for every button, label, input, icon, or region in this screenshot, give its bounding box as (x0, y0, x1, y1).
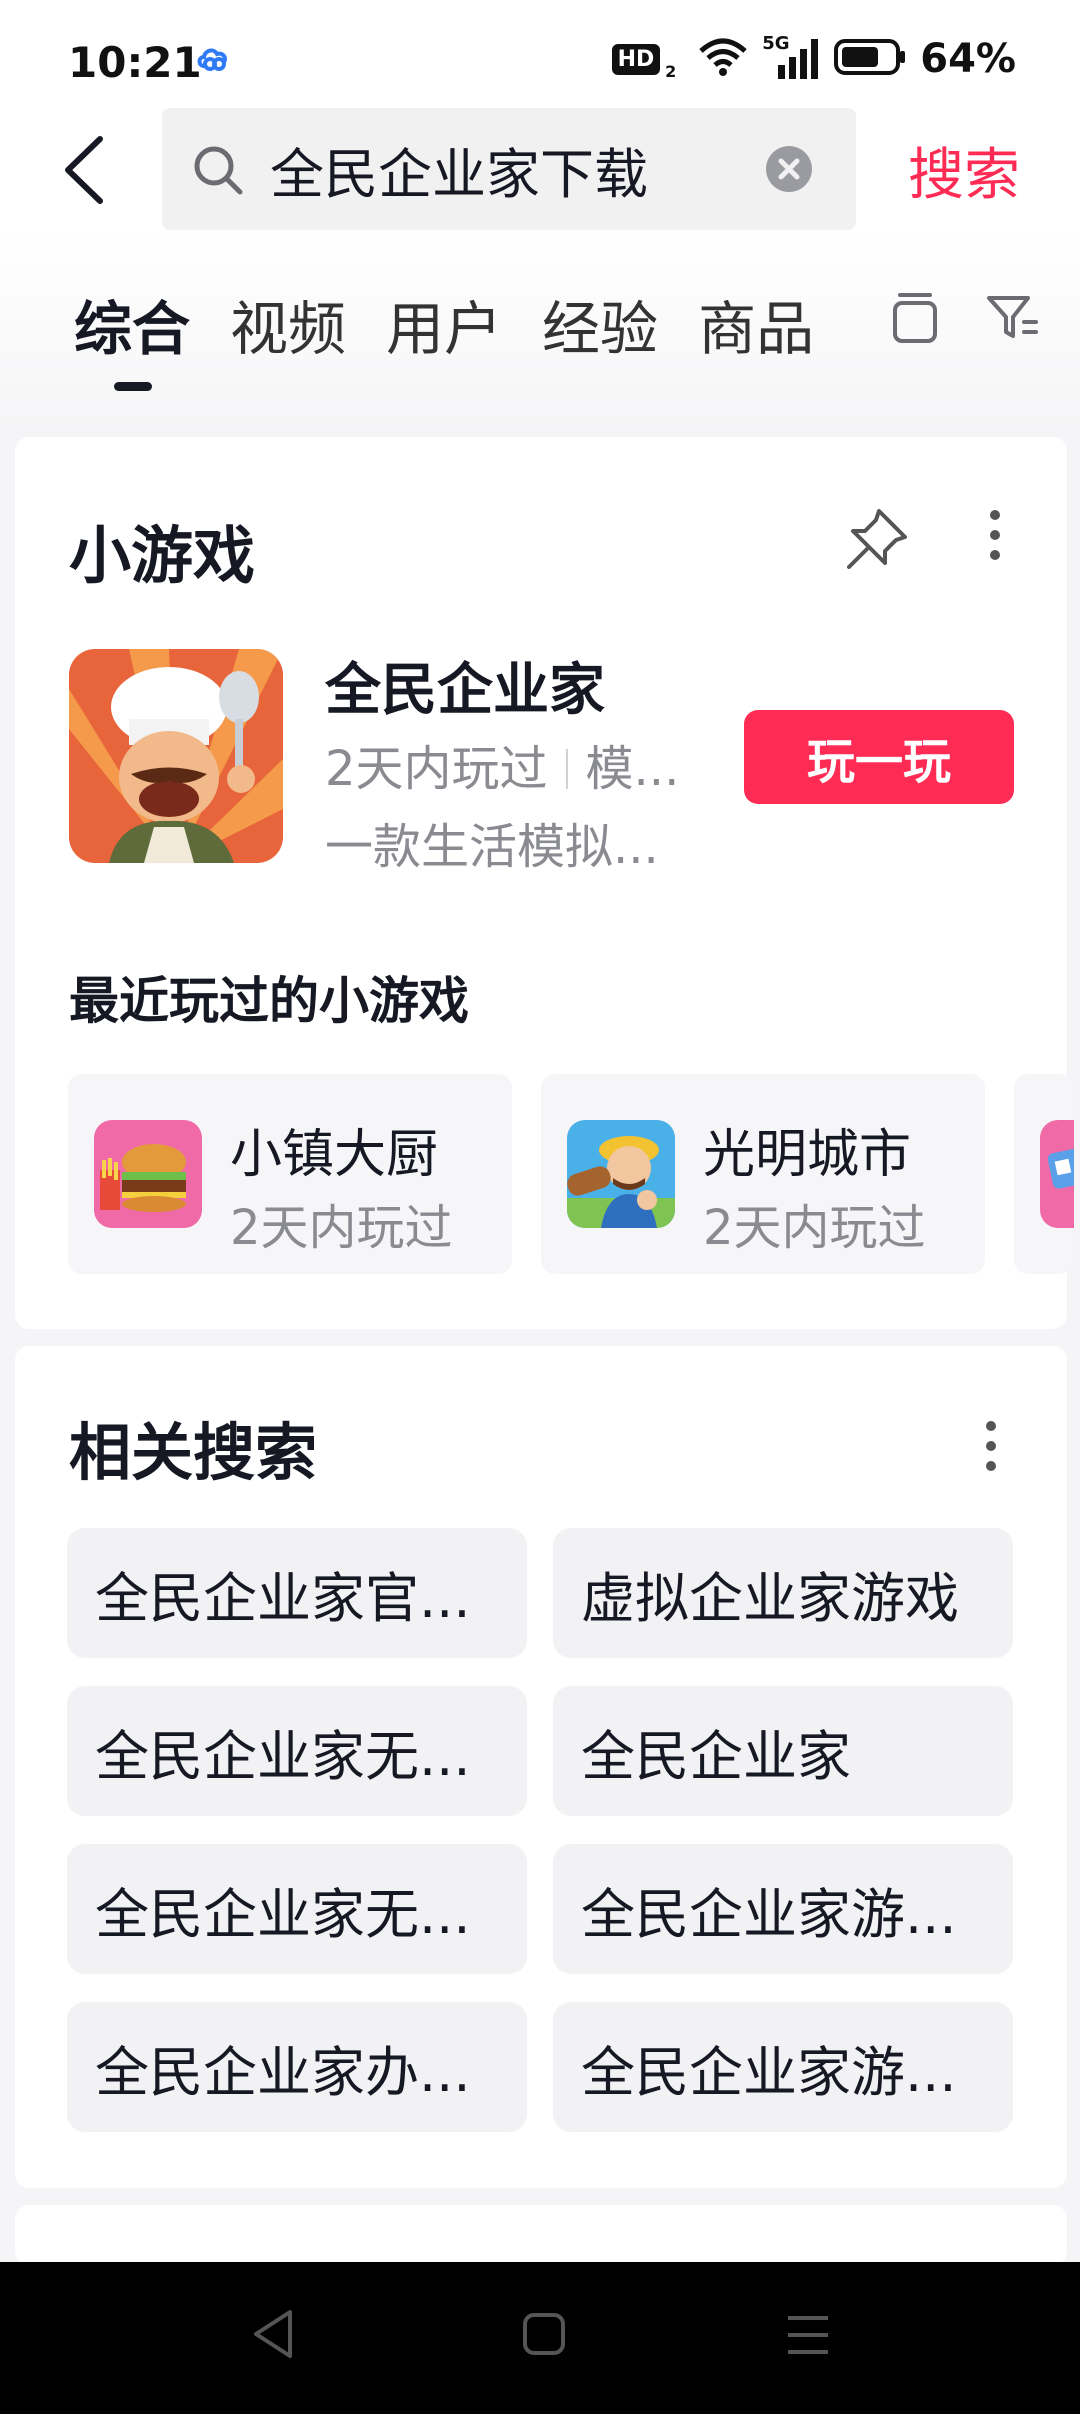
cloud-icon (196, 44, 230, 78)
clear-search-icon[interactable] (766, 146, 812, 196)
signal-icon: 5G (762, 33, 820, 81)
burger-game-icon (94, 1120, 202, 1228)
pin-icon[interactable] (841, 505, 911, 579)
play-button[interactable]: 玩一玩 (744, 710, 1014, 804)
related-search-item[interactable]: 虚拟企业家游戏 (553, 1528, 1013, 1658)
battery-percent: 64% (920, 36, 1016, 82)
layout-toggle-icon[interactable] (890, 290, 940, 350)
meta-divider (565, 749, 568, 789)
active-tab-indicator (114, 382, 152, 391)
mini-game-section-title: 小游戏 (69, 519, 256, 592)
related-search-item[interactable]: 全民企业家无... (67, 1844, 527, 1974)
game-description: 一款生活模拟... (325, 819, 659, 875)
related-search-item[interactable]: 全民企业家办... (67, 2002, 527, 2132)
game-meta: 2天内玩过 模... (325, 729, 679, 799)
status-time: 10:21 (68, 38, 202, 87)
tab-users[interactable]: 用户 (386, 282, 502, 366)
recent-games-title: 最近玩过的小游戏 (69, 972, 469, 1030)
battery-icon (834, 38, 906, 80)
game-played-time: 2天内玩过 (325, 741, 548, 797)
more-options-icon[interactable] (983, 1418, 999, 1478)
tab-video[interactable]: 视频 (230, 282, 346, 366)
tab-products[interactable]: 商品 (698, 282, 814, 366)
search-button[interactable]: 搜索 (908, 130, 1020, 211)
recent-game-name: 小镇大厨 (230, 1125, 439, 1185)
search-box[interactable] (162, 108, 856, 230)
nav-back-icon[interactable] (250, 2308, 296, 2364)
recent-game-item[interactable]: 光明城市 2天内玩过 (541, 1074, 985, 1274)
filter-icon[interactable] (984, 290, 1040, 350)
related-section-title: 相关搜索 (69, 1416, 318, 1489)
nav-menu-icon[interactable] (786, 2314, 830, 2360)
related-searches-card: 相关搜索 全民企业家官... 虚拟企业家游戏 全民企业家无... 全民企业家 全… (15, 1346, 1067, 2188)
related-search-item[interactable]: 全民企业家无... (67, 1686, 527, 1816)
lumberjack-game-icon (567, 1120, 675, 1228)
search-input[interactable] (270, 134, 710, 204)
game-name[interactable]: 全民企业家 (325, 645, 605, 726)
next-result-card (15, 2205, 1067, 2265)
search-icon (192, 144, 244, 200)
game-genre: 模... (585, 741, 680, 797)
hd-icon: HD 2 (611, 43, 676, 81)
system-nav-bar (0, 2262, 1080, 2414)
game-icon-chef[interactable] (69, 649, 283, 863)
tab-comprehensive[interactable]: 综合 (74, 282, 190, 366)
recent-game-item-partial[interactable] (1014, 1074, 1074, 1274)
back-button[interactable] (60, 130, 120, 210)
result-tabs: 综合 视频 用户 经验 商品 (74, 282, 814, 366)
related-search-item[interactable]: 全民企业家 (553, 1686, 1013, 1816)
tab-experience[interactable]: 经验 (542, 282, 658, 366)
recent-game-time: 2天内玩过 (703, 1200, 926, 1256)
status-bar: 10:21 HD 2 5G 64% (0, 0, 1080, 110)
recent-game-time: 2天内玩过 (230, 1200, 453, 1256)
mini-game-card: 小游戏 全民企业家 2天内玩过 模... 一款生活模拟... 玩一玩 最近玩过的… (15, 437, 1074, 1329)
related-search-item[interactable]: 全民企业家游... (553, 2002, 1013, 2132)
nav-home-icon[interactable] (522, 2312, 566, 2360)
chevron-left-icon (65, 136, 103, 204)
related-search-item[interactable]: 全民企业家游... (553, 1844, 1013, 1974)
more-options-icon[interactable] (987, 507, 1003, 567)
game-icon-partial (1040, 1120, 1074, 1228)
wifi-icon (698, 37, 748, 81)
related-search-item[interactable]: 全民企业家官... (67, 1528, 527, 1658)
recent-game-item[interactable]: 小镇大厨 2天内玩过 (68, 1074, 512, 1274)
recent-game-name: 光明城市 (703, 1125, 912, 1185)
